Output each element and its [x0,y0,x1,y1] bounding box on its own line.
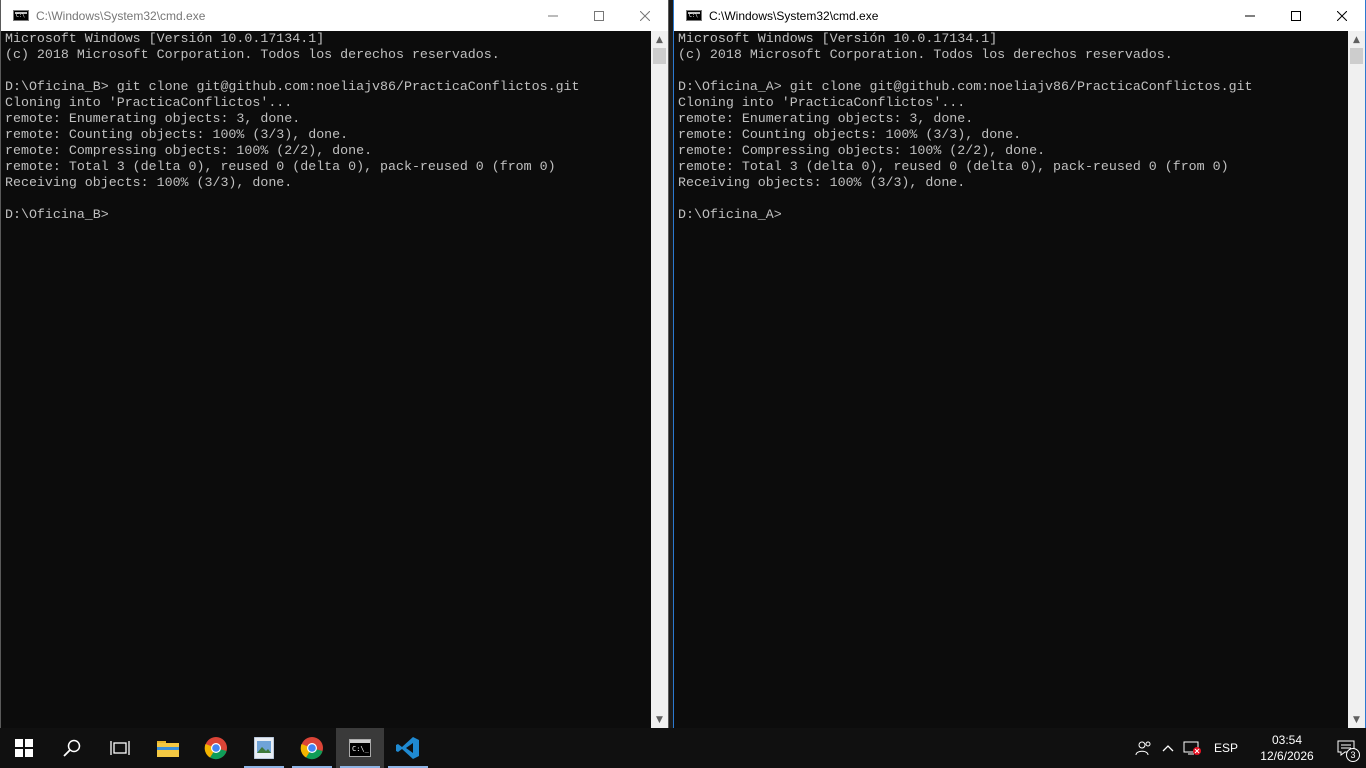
search-icon [63,739,81,757]
search-button[interactable] [48,728,96,768]
window-title: C:\Windows\System32\cmd.exe [36,8,206,23]
maximize-button[interactable] [1273,0,1319,31]
photos-icon [254,737,274,759]
chrome-icon [300,737,323,760]
close-icon [1337,10,1347,21]
cmd-app-icon [13,10,29,21]
taskbar-app-cmd[interactable]: C:\_ [336,728,384,768]
window-title: C:\Windows\System32\cmd.exe [709,8,879,23]
maximize-icon [1291,10,1301,21]
system-tray: ESP 03:54 12/6/2026 3 [1132,728,1366,768]
action-center-button[interactable]: 3 [1326,728,1366,768]
taskbar-app-file-explorer[interactable] [144,728,192,768]
task-view-button[interactable] [96,728,144,768]
minimize-button[interactable] [530,0,576,31]
scrollbar-thumb[interactable] [653,48,666,64]
windows-start-icon [15,739,33,757]
scroll-up-button[interactable]: ▲ [651,31,668,48]
network-disconnected-icon [1183,741,1201,755]
vscode-icon [396,737,419,759]
title-bar[interactable]: C:\Windows\System32\cmd.exe [1,0,668,31]
taskbar-app-vscode[interactable] [384,728,432,768]
window-controls [530,0,668,31]
chevron-down-icon: ▼ [656,714,663,725]
chevron-up-icon: ▲ [1353,34,1360,45]
clock-time: 03:54 [1271,733,1303,747]
minimize-icon [548,15,558,16]
taskbar-app-photos[interactable] [240,728,288,768]
clock[interactable]: 03:54 12/6/2026 [1248,732,1326,764]
file-explorer-icon [157,741,179,757]
cmd-icon: C:\_ [349,739,371,757]
task-view-icon [110,741,130,755]
scroll-up-button[interactable]: ▲ [1348,31,1365,48]
show-hidden-icons-button[interactable] [1156,728,1180,768]
scrollbar-thumb[interactable] [1350,48,1363,64]
chevron-up-icon: ▲ [656,34,663,45]
console-output[interactable]: Microsoft Windows [Versión 10.0.17134.1]… [1,31,651,728]
start-button[interactable] [0,728,48,768]
close-button[interactable] [1319,0,1365,31]
chrome-icon [204,737,227,760]
language-indicator[interactable]: ESP [1204,741,1248,755]
notification-count-badge: 3 [1346,748,1360,762]
console-text: Microsoft Windows [Versión 10.0.17134.1]… [678,31,1253,222]
network-button[interactable] [1180,728,1204,768]
scroll-down-button[interactable]: ▼ [651,711,668,728]
console-output[interactable]: Microsoft Windows [Versión 10.0.17134.1]… [674,31,1348,728]
chevron-up-icon [1162,745,1174,752]
taskbar-app-chrome[interactable] [288,728,336,768]
cmd-app-icon [686,10,702,21]
taskbar: C:\_ ESP 03:54 12/6/2026 3 [0,728,1366,768]
title-bar[interactable]: C:\Windows\System32\cmd.exe [674,0,1365,31]
window-controls [1227,0,1365,31]
scroll-down-button[interactable]: ▼ [1348,711,1365,728]
minimize-icon [1245,15,1255,16]
console-text: Microsoft Windows [Versión 10.0.17134.1]… [5,31,580,222]
people-icon [1135,741,1151,756]
vertical-scrollbar[interactable]: ▲ ▼ [651,31,668,728]
cmd-window-left[interactable]: C:\Windows\System32\cmd.exe Microsoft Wi… [0,0,669,729]
chevron-down-icon: ▼ [1353,714,1360,725]
cmd-window-right[interactable]: C:\Windows\System32\cmd.exe Microsoft Wi… [673,0,1366,729]
minimize-button[interactable] [1227,0,1273,31]
people-button[interactable] [1132,728,1156,768]
svg-text:C:\_: C:\_ [352,745,370,753]
close-icon [640,10,650,21]
maximize-icon [594,10,604,21]
vertical-scrollbar[interactable]: ▲ ▼ [1348,31,1365,728]
taskbar-app-chrome[interactable] [192,728,240,768]
maximize-button[interactable] [576,0,622,31]
close-button[interactable] [622,0,668,31]
clock-date: 12/6/2026 [1260,749,1314,763]
